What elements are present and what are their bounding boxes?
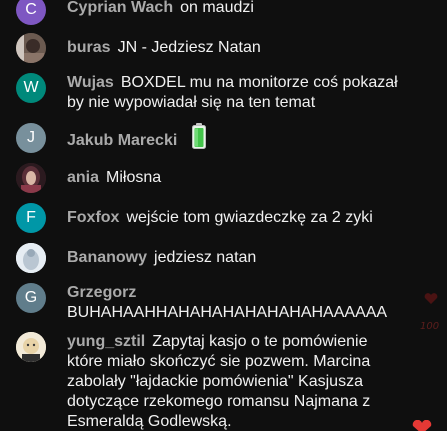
message-body: Foxfox wejście tom gwiazdeczkę za 2 zyki	[67, 203, 373, 228]
chat-message: C Cyprian Wach on maudzi	[16, 0, 426, 25]
message-body: ania Miłosna	[67, 163, 161, 188]
avatar[interactable]	[16, 163, 46, 193]
avatar-letter: F	[26, 209, 36, 226]
avatar-photo	[16, 163, 46, 193]
author-name[interactable]: Jakub Marecki	[67, 132, 177, 149]
scrollbar[interactable]	[443, 0, 447, 431]
avatar[interactable]	[16, 33, 46, 63]
message-text: wejście tom gwiazdeczkę za 2 zyki	[126, 209, 373, 226]
message-text: on maudzi	[180, 0, 254, 16]
message-text: jedziesz natan	[154, 249, 257, 266]
svg-text:100: 100	[420, 321, 439, 332]
author-name[interactable]: buras	[67, 39, 111, 56]
author-name[interactable]: Grzegorz	[67, 284, 136, 301]
avatar[interactable]: J	[16, 123, 46, 153]
avatar-letter: C	[25, 1, 37, 18]
chat-message: Bananowy jedziesz natan	[16, 243, 426, 273]
message-body: Jakub Marecki	[67, 123, 207, 155]
reaction-heart-icon	[410, 419, 434, 431]
live-chat-panel: C Cyprian Wach on maudzi buras JN - Jedzie…	[0, 0, 447, 431]
author-name[interactable]: Cyprian Wach	[67, 0, 173, 16]
chat-message: G Grzegorz BUHAHAAHHAHAHAHAHAHAHAHAAAAAA	[16, 283, 426, 323]
message-body: Grzegorz BUHAHAAHHAHAHAHAHAHAHAHAAAAAA	[67, 283, 417, 323]
avatar[interactable]	[16, 243, 46, 273]
reaction-heart-icon	[424, 292, 438, 310]
author-name[interactable]: Bananowy	[67, 249, 147, 266]
chat-message: yung_sztil Zapytaj kasjo o te pomówienie …	[16, 332, 426, 431]
message-text: JN - Jedziesz Natan	[117, 39, 261, 56]
avatar-letter: J	[27, 129, 35, 146]
avatar-letter: W	[23, 79, 39, 96]
message-body: yung_sztil Zapytaj kasjo o te pomówienie …	[67, 332, 407, 431]
message-text: BUHAHAAHHAHAHAHAHAHAHAHAAAAAA	[67, 304, 388, 321]
avatar-photo	[16, 33, 46, 63]
chat-message: J Jakub Marecki	[16, 123, 426, 155]
author-name[interactable]: yung_sztil	[67, 333, 145, 350]
chat-message: ania Miłosna	[16, 163, 426, 193]
chat-message: W Wujas BOXDEL mu na monitorze coś pokaza…	[16, 73, 426, 113]
author-name[interactable]: Wujas	[67, 74, 114, 91]
avatar-photo	[16, 332, 46, 362]
avatar-photo	[16, 243, 46, 273]
message-body: Wujas BOXDEL mu na monitorze coś pokazał …	[67, 73, 417, 113]
avatar[interactable]: W	[16, 73, 46, 103]
author-name[interactable]: ania	[67, 169, 99, 186]
message-text: Miłosna	[106, 169, 162, 186]
battery-icon	[192, 123, 207, 155]
avatar[interactable]: G	[16, 283, 46, 313]
avatar-letter: G	[24, 289, 38, 306]
message-body: buras JN - Jedziesz Natan	[67, 33, 261, 58]
message-body: Bananowy jedziesz natan	[67, 243, 256, 268]
avatar[interactable]: C	[16, 0, 46, 25]
avatar[interactable]: F	[16, 203, 46, 233]
message-body: Cyprian Wach on maudzi	[67, 0, 254, 18]
chat-message: F Foxfox wejście tom gwiazdeczkę za 2 zyk…	[16, 203, 426, 233]
reaction-hundred-icon: 100	[420, 318, 440, 337]
message-text: BOXDEL mu na monitorze coś pokazał by ni…	[67, 74, 398, 111]
author-name[interactable]: Foxfox	[67, 209, 119, 226]
chat-message: buras JN - Jedziesz Natan	[16, 33, 426, 63]
avatar[interactable]	[16, 332, 46, 362]
